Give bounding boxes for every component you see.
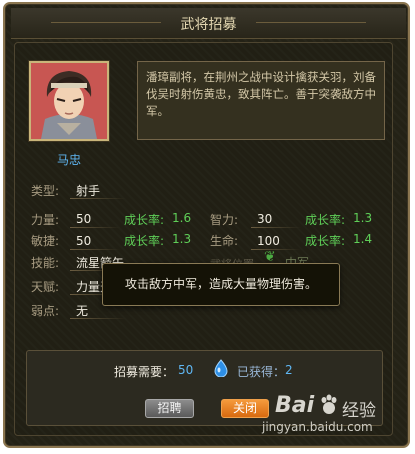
agility-growth-value: 1.3 [172, 232, 192, 246]
intellect-growth-label: 成长率: [305, 213, 346, 227]
hero-portrait-image [31, 63, 107, 139]
agility-value: 50 [76, 234, 92, 248]
talent-label: 天赋: [31, 280, 60, 294]
intellect-label: 智力: [210, 213, 239, 227]
strength-label: 力量: [31, 213, 60, 227]
strength-growth-value: 1.6 [172, 211, 192, 225]
recruit-owned-label: 已获得： [237, 365, 286, 379]
weakness-label: 弱点: [31, 304, 60, 318]
hp-label: 生命: [210, 234, 239, 248]
recruit-need-label: 招募需要： [114, 365, 175, 379]
soul-drop-icon [214, 359, 228, 377]
intellect-growth-value: 1.3 [353, 211, 373, 225]
type-underline [70, 198, 126, 199]
type-value: 射手 [76, 184, 101, 198]
strength-growth-label: 成长率: [124, 213, 165, 227]
title-bar: 武将招募 [11, 8, 406, 39]
strength-underline [70, 227, 120, 228]
hero-portrait [29, 61, 109, 141]
agility-underline [70, 249, 120, 250]
weakness-underline [70, 318, 126, 319]
hero-name: 马忠 [56, 153, 81, 167]
intellect-underline [251, 227, 301, 228]
skill-label[interactable]: 技能: [31, 254, 59, 271]
skill-tooltip: 攻击敌方中军，造成大量物理伤害。 [102, 263, 340, 306]
type-label: 类型: [31, 184, 60, 198]
watermark-brand-cn: 经验 [342, 401, 376, 421]
watermark-url: jingyan.baidu.com [262, 420, 373, 434]
baidu-paw-icon [321, 394, 337, 414]
intellect-value: 30 [257, 212, 273, 226]
watermark-brand: Bai [275, 393, 315, 418]
hp-growth-label: 成长率: [305, 234, 346, 248]
close-button[interactable]: 关闭 [221, 399, 269, 418]
hire-button[interactable]: 招聘 [145, 399, 194, 418]
hero-bio: 潘璋副将，在荆州之战中设计擒获关羽，刘备伐吴时射伤黄忠，致其阵亡。善于突袭敌方中… [137, 61, 385, 140]
recruit-need-value: 50 [178, 363, 194, 377]
strength-value: 50 [76, 212, 92, 226]
weakness-value: 无 [76, 304, 89, 318]
window-title: 武将招募 [180, 17, 237, 33]
recruit-owned-value: 2 [285, 363, 293, 377]
agility-growth-label: 成长率: [124, 234, 165, 248]
hp-growth-value: 1.4 [353, 232, 373, 246]
agility-label: 敏捷: [31, 234, 60, 248]
title-ornament-right [256, 22, 366, 23]
hp-value: 100 [257, 234, 280, 248]
hp-underline [251, 249, 301, 250]
